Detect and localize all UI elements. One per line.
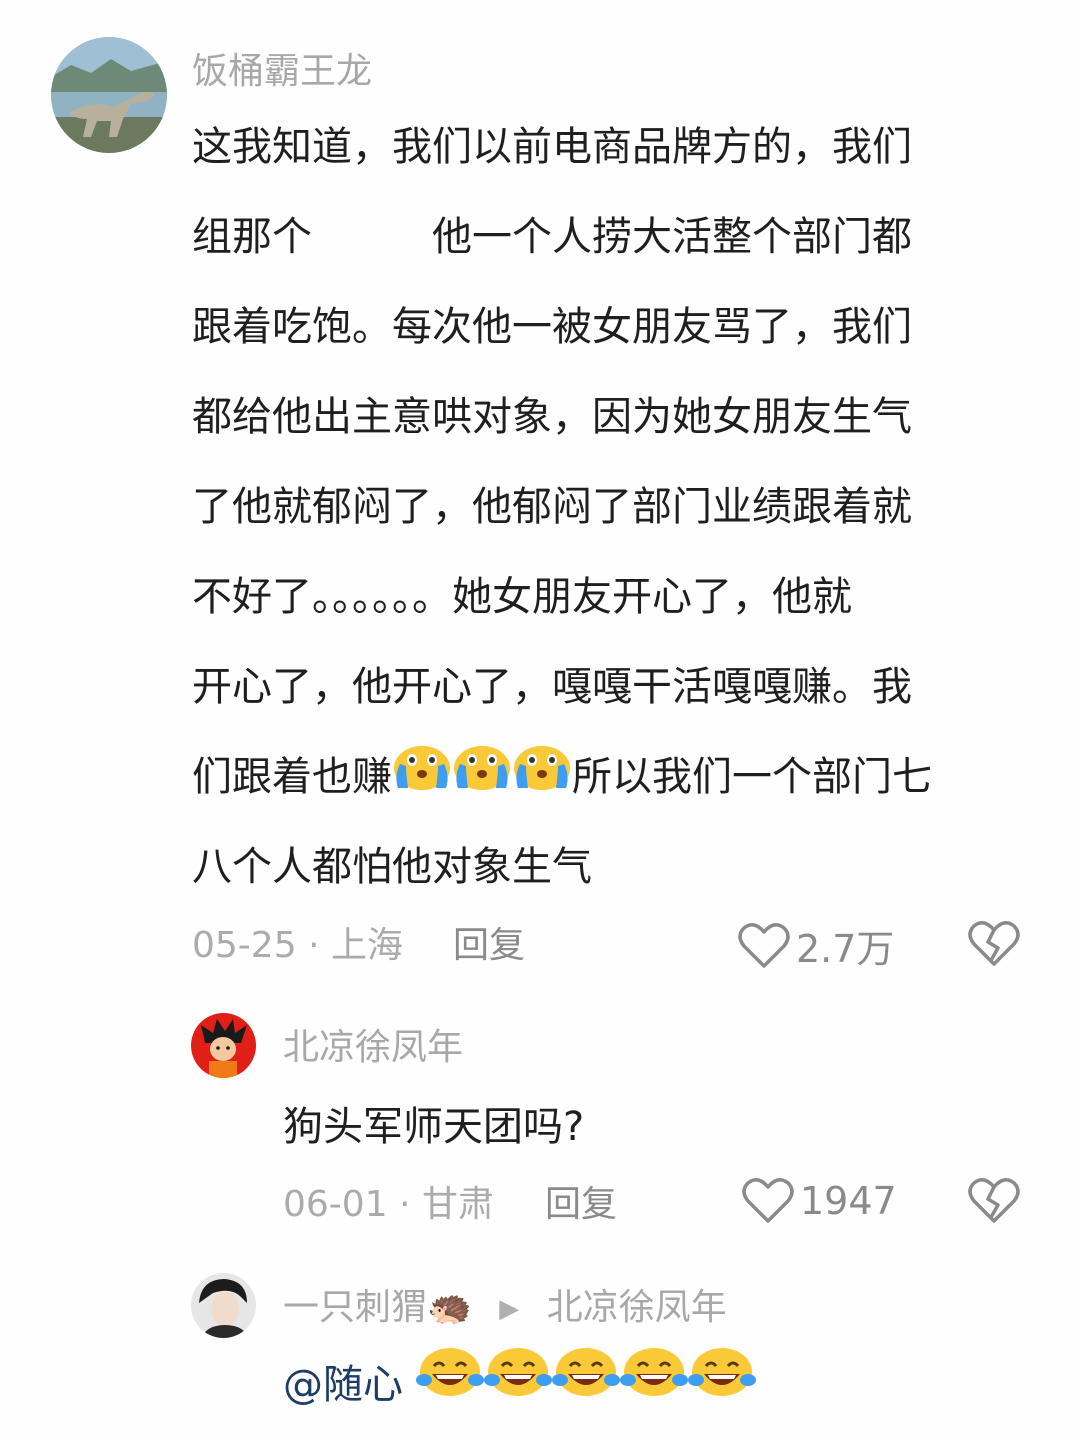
tears-of-joy-emoji [483, 1342, 552, 1432]
meta-separator: · [308, 925, 320, 966]
comment-text: 狗头军师天团吗? [283, 1082, 584, 1172]
comment-line: 这我知道，我们以前电商品牌方的，我们 [192, 124, 912, 170]
reply-to-username[interactable]: 北凉徐凤年 [547, 1287, 727, 1328]
portrait-avatar-image [191, 1273, 256, 1338]
comment-line: 跟着吃饱。每次他一被女朋友骂了，我们 [192, 304, 912, 350]
tears-of-joy-emoji [415, 1342, 484, 1432]
comment-line-part: 所以我们一个部门七 [572, 754, 932, 800]
triangle-right-icon: ▶ [499, 1294, 520, 1324]
like-count: 2.7万 [796, 927, 895, 971]
comment-line: 了他就郁闷了，他郁闷了部门业绩跟着就 [192, 484, 912, 530]
comment-meta: 05-25 · 上海 [192, 924, 403, 968]
comment-line: 不好了。。。。。。她女朋友开心了，他就 [192, 574, 852, 620]
comment-line: 都给他出主意哄对象，因为她女朋友生气 [192, 394, 912, 440]
comment-location: 上海 [330, 925, 403, 966]
like-count: 1947 [800, 1179, 897, 1223]
dislike-button[interactable] [968, 920, 1020, 972]
tears-of-joy-emoji [687, 1342, 756, 1432]
comment-text: 这我知道，我们以前电商品牌方的，我们 组那个 他一个人捞大活整个部门都 跟着吃饱… [192, 102, 932, 912]
tears-of-joy-emoji [619, 1342, 688, 1432]
avatar-goku[interactable] [191, 1013, 256, 1078]
comment-date: 05-25 [192, 925, 297, 966]
dinosaur-avatar-image [51, 37, 167, 153]
avatar-dinosaur[interactable] [51, 37, 167, 153]
comment-line: 组那个 他一个人捞大活整个部门都 [192, 214, 912, 260]
like-button[interactable]: 1947 [742, 1177, 897, 1225]
comment-location: 甘肃 [421, 1184, 494, 1225]
comment-line: 开心了，他开心了，嘎嘎干活嘎嘎赚。我 [192, 664, 912, 710]
reply-button[interactable]: 回复 [453, 924, 525, 968]
comment-line-with-emoji: 们跟着也赚 所以我们一个部门七 [192, 732, 932, 822]
dislike-button[interactable] [968, 1177, 1020, 1229]
comment-date: 06-01 [283, 1184, 388, 1225]
tears-of-joy-emoji [551, 1342, 620, 1432]
broken-heart-icon [968, 1178, 1020, 1223]
comment-meta: 06-01 · 甘肃 [283, 1183, 494, 1227]
comment-line: 狗头军师天团吗? [283, 1104, 585, 1150]
reply-header: 一只刺猬🦔 ▶ 北凉徐凤年 [283, 1286, 727, 1331]
crying-face-emoji [512, 734, 572, 824]
crying-face-emoji [452, 734, 512, 824]
heart-outline-icon [742, 1178, 794, 1223]
comment-line: 八个人都怕他对象生气 [192, 844, 592, 890]
reply-button[interactable]: 回复 [545, 1183, 617, 1227]
broken-heart-icon [968, 921, 1020, 966]
avatar-portrait[interactable] [191, 1273, 256, 1338]
comment-line-part: 们跟着也赚 [192, 754, 392, 800]
crying-face-emoji [392, 734, 452, 824]
comment-username[interactable]: 北凉徐凤年 [283, 1026, 463, 1070]
like-button[interactable]: 2.7万 [738, 918, 894, 973]
heart-outline-icon [738, 922, 790, 968]
comment-username[interactable]: 饭桶霸王龙 [192, 50, 372, 94]
comment-line-with-emoji: @随心 [283, 1340, 756, 1430]
mention-link[interactable]: @随心 [283, 1362, 403, 1408]
meta-separator: · [399, 1184, 411, 1225]
comment-username[interactable]: 一只刺猬🦔 [283, 1287, 472, 1328]
goku-avatar-image [191, 1013, 256, 1078]
comment-text: @随心 [283, 1340, 756, 1430]
